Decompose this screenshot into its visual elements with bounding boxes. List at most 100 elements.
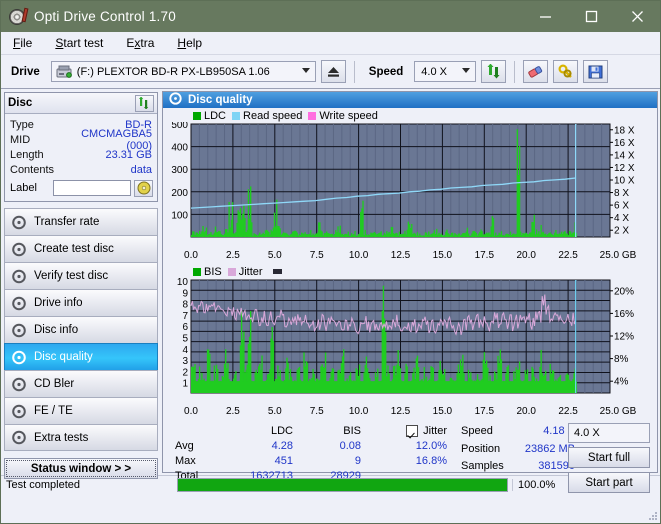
speed-select[interactable]: 4.0 X: [414, 61, 477, 82]
disc-length-key: Length: [10, 148, 44, 161]
table-row: Max 451 9 16.8%: [165, 453, 457, 468]
disc-info-row: Length 23.31 GB: [5, 147, 157, 162]
disc-type-key: Type: [10, 118, 34, 131]
axis-tick-label: 0.0: [184, 250, 198, 261]
close-button[interactable]: [614, 1, 660, 32]
disc-label-button[interactable]: [134, 179, 153, 197]
svg-text:400: 400: [171, 143, 188, 154]
legend-bis: BIS: [193, 266, 222, 278]
save-button[interactable]: [583, 60, 609, 83]
svg-text:4 X: 4 X: [614, 213, 629, 224]
maximize-button[interactable]: [568, 1, 614, 32]
action-buttons: 4.0 X Start full Start part: [568, 423, 650, 497]
axis-tick-label: 20.0: [516, 250, 536, 261]
axis-tick-label: 7.5: [309, 406, 324, 417]
drive-icon: [56, 64, 73, 79]
sidebar-item-verify-test-disc[interactable]: Verify test disc: [4, 262, 158, 289]
drive-select[interactable]: (F:) PLEXTOR BD-R PX-LB950SA 1.06: [50, 61, 316, 82]
sidebar-item-disc-info[interactable]: Disc info: [4, 316, 158, 343]
start-full-button[interactable]: Start full: [568, 447, 650, 468]
jitter-checkbox[interactable]: [406, 424, 419, 437]
svg-text:10: 10: [177, 278, 189, 288]
menu-help[interactable]: Help: [174, 34, 205, 52]
legend-read-speed: Read speed: [232, 110, 302, 122]
test-speed-select[interactable]: 4.0 X: [568, 423, 650, 443]
progress-bar: [177, 478, 508, 492]
refresh-button[interactable]: [481, 60, 507, 83]
axis-tick-label: 12.5: [390, 250, 411, 261]
sidebar-item-label: Create test disc: [34, 243, 114, 255]
bis-plot-svg: 10987654321 20% 16% 12% 8% 4%: [177, 277, 634, 394]
sidebar-item-cd-bler[interactable]: CD Bler: [4, 370, 158, 397]
axis-tick-label: 5.0: [267, 250, 282, 261]
svg-text:8%: 8%: [614, 354, 629, 365]
chevron-down-icon: [301, 68, 310, 73]
axis-tick-label: 22.5: [558, 406, 578, 417]
jitter-toggle[interactable]: Jitter: [361, 424, 453, 437]
speed-label: Speed: [368, 65, 404, 78]
erase-button[interactable]: [523, 60, 549, 83]
legend-jitter: Jitter: [227, 266, 263, 278]
legend-label: BIS: [204, 265, 222, 278]
sidebar-item-extra-tests[interactable]: Extra tests: [4, 424, 158, 451]
ldc-plot: 500 400 300 200 100 18 X 16 X 14 X 12 X 10 X8 X 6 …: [165, 120, 655, 250]
table-header: LDC BIS Jitter: [165, 423, 457, 438]
disc-contents-value: data: [130, 163, 152, 176]
axis-tick-label: 2.5: [225, 406, 240, 417]
page-title: Disc quality: [188, 94, 253, 106]
bis-chart: BIS Jitter 10 9 8 7 6 5 4 3 2 1 20% 16% 12% 8% 4% 0.0 2…: [165, 265, 655, 419]
start-part-button[interactable]: Start part: [568, 472, 650, 493]
bis-plot: 10 9 8 7 6 5 4 3 2 1 20% 16% 12% 8% 4%: [165, 277, 655, 406]
bis-x-axis: 0.0 2.5 5.0 7.5 10.0 12.5 15.0 17.5 20.0 22.5 25.0…: [165, 406, 655, 419]
legend-ldc: LDC: [193, 110, 226, 122]
menu-extra[interactable]: Extra: [123, 34, 157, 52]
disc-label-input[interactable]: [53, 180, 131, 196]
status-window-button[interactable]: Status window > >: [4, 458, 158, 479]
cell-jitter: 16.8%: [415, 454, 447, 467]
disc-panel-header: Disc: [5, 93, 157, 114]
minimize-button[interactable]: [522, 1, 568, 32]
sidebar-item-label: Disc quality: [34, 351, 93, 363]
legend-swatch: [227, 267, 236, 276]
sidebar-item-label: Transfer rate: [34, 216, 100, 228]
sidebar-item-create-test-disc[interactable]: Create test disc: [4, 235, 158, 262]
svg-text:4: 4: [182, 345, 188, 356]
window-buttons: [522, 1, 660, 32]
axis-tick-label: 0.0: [184, 406, 198, 417]
progress-fill: [178, 479, 507, 491]
sidebar-item-transfer-rate[interactable]: Transfer rate: [4, 208, 158, 235]
stats-table: LDC BIS Jitter Avg 4.28 0.08 12.0% Max 4…: [165, 423, 457, 483]
toolbar-divider: [353, 60, 355, 83]
sidebar-item-fe-te[interactable]: FE / TE: [4, 397, 158, 424]
col-jitter: Jitter: [423, 424, 447, 437]
table-row: Avg 4.28 0.08 12.0%: [165, 438, 457, 453]
ldc-x-axis: 0.0 2.5 5.0 7.5 10.0 12.5 15.0 17.5 20.0 22.5 25.0…: [165, 250, 655, 263]
menu-file[interactable]: File: [10, 34, 35, 52]
axis-tick-label: 15.0: [432, 406, 453, 417]
svg-text:16%: 16%: [614, 309, 634, 320]
menu-start-test[interactable]: Start test: [52, 34, 106, 52]
svg-text:14 X: 14 X: [614, 150, 635, 161]
legend-swatch: [308, 111, 317, 120]
svg-text:10 X: 10 X: [614, 176, 635, 187]
ldc-plot-svg: 500 400 300 200 100 18 X 16 X14 X 12 X 10 X8 X 6 …: [171, 120, 635, 238]
drive-label: Drive: [11, 65, 40, 78]
keys-button[interactable]: [553, 60, 579, 83]
disc-refresh-button[interactable]: [135, 94, 154, 112]
axis-tick-label: 10.0: [348, 250, 369, 261]
disc-label-row: Label: [5, 177, 157, 199]
svg-text:12%: 12%: [614, 332, 634, 343]
drive-select-value: (F:) PLEXTOR BD-R PX-LB950SA 1.06: [76, 65, 270, 78]
disc-mid-key: MID: [10, 133, 31, 146]
eject-button[interactable]: [320, 60, 346, 83]
main-panel: Disc quality LDC Read speed Write speed …: [161, 89, 660, 493]
sidebar-item-drive-info[interactable]: Drive info: [4, 289, 158, 316]
stats-area: LDC BIS Jitter Avg 4.28 0.08 12.0% Max 4…: [165, 419, 655, 493]
resize-grip[interactable]: [648, 511, 658, 521]
sidebar-item-disc-quality[interactable]: Disc quality: [4, 343, 158, 370]
legend-swatch: [193, 111, 201, 120]
row-label: Max: [175, 454, 196, 467]
axis-tick-label: 5.0: [267, 406, 282, 417]
disc-icon: [12, 404, 27, 419]
svg-text:2: 2: [182, 367, 188, 378]
